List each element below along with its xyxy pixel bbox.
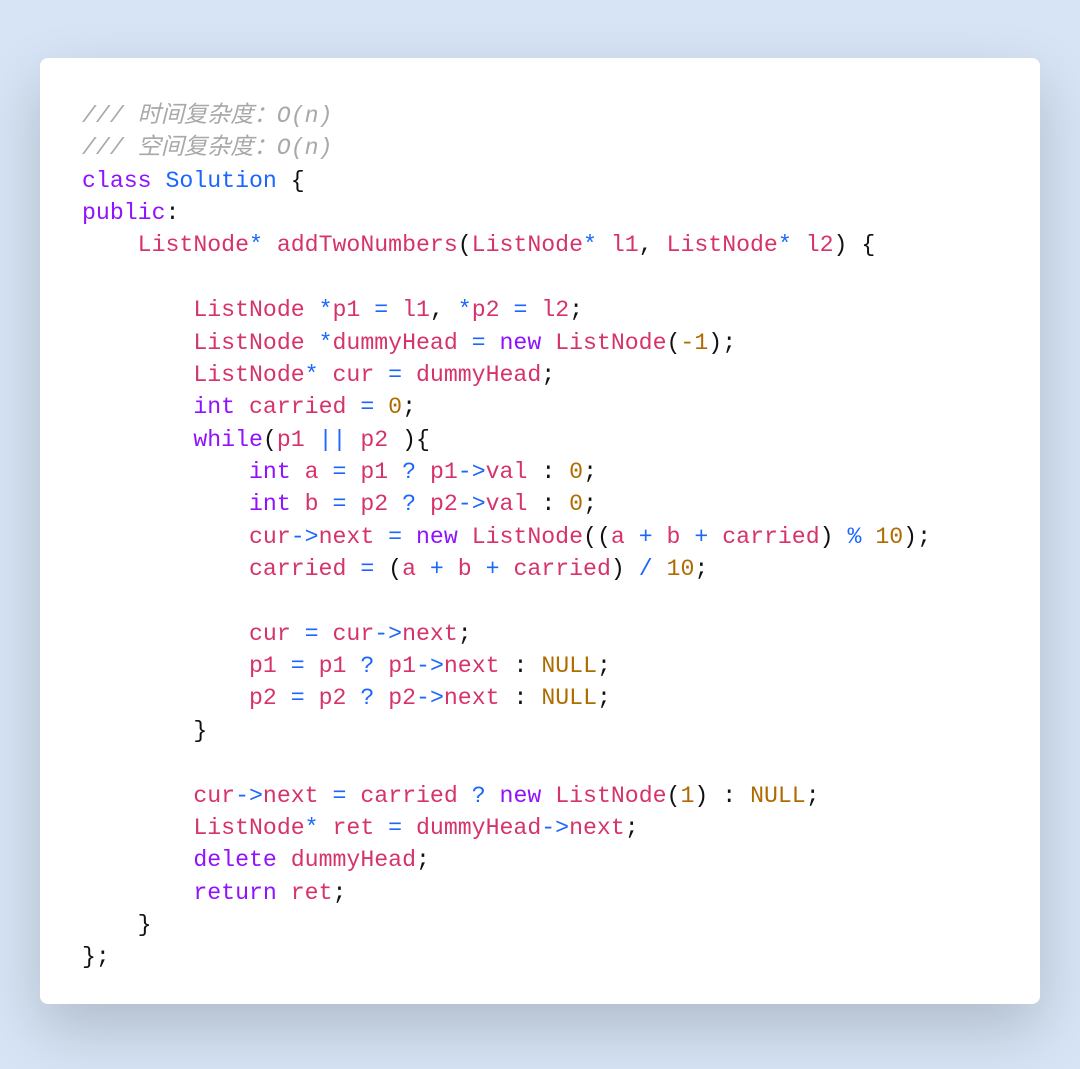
code-block: /// 时间复杂度：O(n) /// 空间复杂度：O(n) class Solu… <box>82 100 1010 974</box>
code-card: /// 时间复杂度：O(n) /// 空间复杂度：O(n) class Solu… <box>40 58 1040 1004</box>
comment-time: /// 时间复杂度：O(n) <box>82 103 332 129</box>
comment-space: /// 空间复杂度：O(n) <box>82 135 332 161</box>
